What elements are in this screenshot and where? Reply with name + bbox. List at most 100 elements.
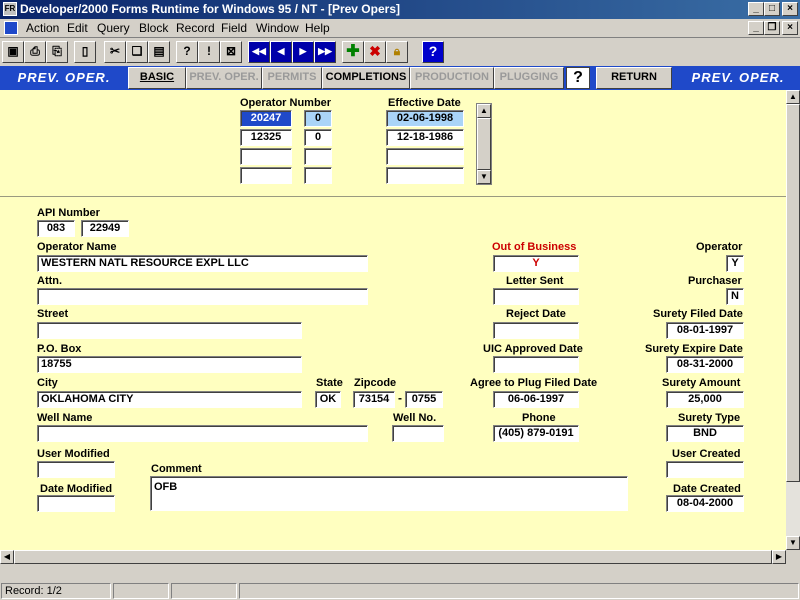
uic-approved-field[interactable]: [493, 356, 579, 373]
paste-icon[interactable]: ▤: [148, 41, 170, 63]
exit-icon[interactable]: ▯: [74, 41, 96, 63]
scroll-up-icon[interactable]: ▲: [786, 90, 800, 104]
scroll-thumb[interactable]: [477, 118, 491, 170]
vertical-scroll-thumb[interactable]: [786, 104, 800, 482]
prev-effective-date[interactable]: [386, 148, 464, 165]
date-created-label: Date Created: [673, 483, 741, 495]
lock-record-icon[interactable]: 🔒︎: [386, 41, 408, 63]
cancel-query-icon[interactable]: ⊠: [220, 41, 242, 63]
next-record-icon[interactable]: ▶: [292, 41, 314, 63]
out-of-business-field[interactable]: Y: [493, 255, 579, 272]
block-scrollbar[interactable]: ▲ ▼: [476, 103, 492, 185]
reject-date-field[interactable]: [493, 322, 579, 339]
close-icon[interactable]: ×: [782, 2, 798, 16]
api-number-field[interactable]: 22949: [81, 220, 129, 237]
date-created-field[interactable]: 08-04-2000: [666, 495, 744, 512]
letter-sent-field[interactable]: [493, 288, 579, 305]
surety-filed-field[interactable]: 08-01-1997: [666, 322, 744, 339]
menu-record[interactable]: Record: [176, 21, 215, 35]
prev-operator-number[interactable]: [240, 167, 292, 184]
menu-block[interactable]: Block: [139, 21, 168, 35]
help-icon[interactable]: ?: [422, 41, 444, 63]
save-icon[interactable]: ▣: [2, 41, 24, 63]
po-box-field[interactable]: 18755: [37, 356, 302, 373]
scroll-down-icon[interactable]: ▼: [477, 170, 491, 184]
scroll-down-icon[interactable]: ▼: [786, 536, 800, 550]
api-county-field[interactable]: 083: [37, 220, 75, 237]
production-button[interactable]: PRODUCTION: [410, 67, 494, 89]
prev-operator-suffix[interactable]: [304, 167, 332, 184]
menu-help[interactable]: Help: [305, 21, 330, 35]
operator-flag-field[interactable]: Y: [726, 255, 744, 272]
child-close-icon[interactable]: ×: [782, 21, 798, 35]
operator-name-field[interactable]: WESTERN NATL RESOURCE EXPL LLC: [37, 255, 368, 272]
previous-record-icon[interactable]: ◀: [270, 41, 292, 63]
agree-to-plug-field[interactable]: 06-06-1997: [493, 391, 579, 408]
execute-query-icon[interactable]: !: [198, 41, 220, 63]
well-no-field[interactable]: [392, 425, 444, 442]
prev-effective-date[interactable]: [386, 167, 464, 184]
prev-operator-suffix[interactable]: [304, 148, 332, 165]
cut-icon[interactable]: ✂: [104, 41, 126, 63]
phone-field[interactable]: (405) 879-0191: [493, 425, 579, 442]
form-icon[interactable]: [4, 21, 18, 35]
vertical-scrollbar[interactable]: ▲ ▼: [786, 90, 800, 550]
first-record-icon[interactable]: ◀◀: [248, 41, 270, 63]
permits-button[interactable]: PERMITS: [262, 67, 322, 89]
prev-operator-number[interactable]: 12325: [240, 129, 292, 146]
user-modified-field[interactable]: [37, 461, 115, 478]
horizontal-scroll-thumb[interactable]: [14, 550, 772, 564]
help-button[interactable]: ?: [566, 67, 590, 89]
completions-button[interactable]: COMPLETIONS: [322, 67, 410, 89]
menu-edit[interactable]: Edit: [67, 21, 88, 35]
zipcode-field[interactable]: 73154: [353, 391, 395, 408]
purchaser-field[interactable]: N: [726, 288, 744, 305]
status-panel: [171, 583, 237, 599]
comment-field[interactable]: OFB: [150, 476, 628, 511]
city-field[interactable]: OKLAHOMA CITY: [37, 391, 302, 408]
prev-operator-suffix[interactable]: 0: [304, 129, 332, 146]
return-button[interactable]: RETURN: [596, 67, 672, 89]
print-icon[interactable]: ⎙: [24, 41, 46, 63]
street-field[interactable]: [37, 322, 302, 339]
plugging-button[interactable]: PLUGGING: [494, 67, 564, 89]
user-created-field[interactable]: [666, 461, 744, 478]
scroll-up-icon[interactable]: ▲: [477, 104, 491, 118]
delete-record-icon[interactable]: ✖: [364, 41, 386, 63]
purchaser-label: Purchaser: [688, 275, 742, 287]
operator-name-label: Operator Name: [37, 241, 117, 253]
enter-query-icon[interactable]: ?: [176, 41, 198, 63]
prev-operator-number[interactable]: [240, 148, 292, 165]
child-restore-icon[interactable]: ❐: [764, 21, 780, 35]
date-modified-label: Date Modified: [40, 483, 113, 495]
basic-button[interactable]: BASIC: [128, 67, 186, 89]
minimize-icon[interactable]: _: [748, 2, 764, 16]
prev-oper-button[interactable]: PREV. OPER.: [186, 67, 262, 89]
zipcode-ext-field[interactable]: 0755: [405, 391, 443, 408]
last-record-icon[interactable]: ▶▶: [314, 41, 336, 63]
state-field[interactable]: OK: [315, 391, 341, 408]
prev-operator-suffix[interactable]: 0: [304, 110, 332, 127]
well-name-field[interactable]: [37, 425, 368, 442]
menu-query[interactable]: Query: [97, 21, 130, 35]
prev-effective-date[interactable]: 12-18-1986: [386, 129, 464, 146]
surety-type-field[interactable]: BND: [666, 425, 744, 442]
copy-icon[interactable]: ❏: [126, 41, 148, 63]
date-modified-field[interactable]: [37, 495, 115, 512]
attn-field[interactable]: [37, 288, 368, 305]
prev-effective-date[interactable]: 02-06-1998: [386, 110, 464, 127]
surety-expire-field[interactable]: 08-31-2000: [666, 356, 744, 373]
print-setup-icon[interactable]: ⎘: [46, 41, 68, 63]
surety-amount-field[interactable]: 25,000: [666, 391, 744, 408]
maximize-icon[interactable]: □: [764, 2, 780, 16]
scroll-left-icon[interactable]: ◀: [0, 550, 14, 564]
effective-date-label: Effective Date: [388, 97, 461, 109]
menu-action[interactable]: Action: [26, 21, 59, 35]
menu-window[interactable]: Window: [256, 21, 299, 35]
horizontal-scrollbar[interactable]: ◀ ▶: [0, 550, 786, 564]
child-minimize-icon[interactable]: _: [748, 21, 764, 35]
prev-operator-number[interactable]: 20247: [240, 110, 292, 127]
insert-record-icon[interactable]: ✚: [342, 41, 364, 63]
menu-field[interactable]: Field: [221, 21, 247, 35]
scroll-right-icon[interactable]: ▶: [772, 550, 786, 564]
